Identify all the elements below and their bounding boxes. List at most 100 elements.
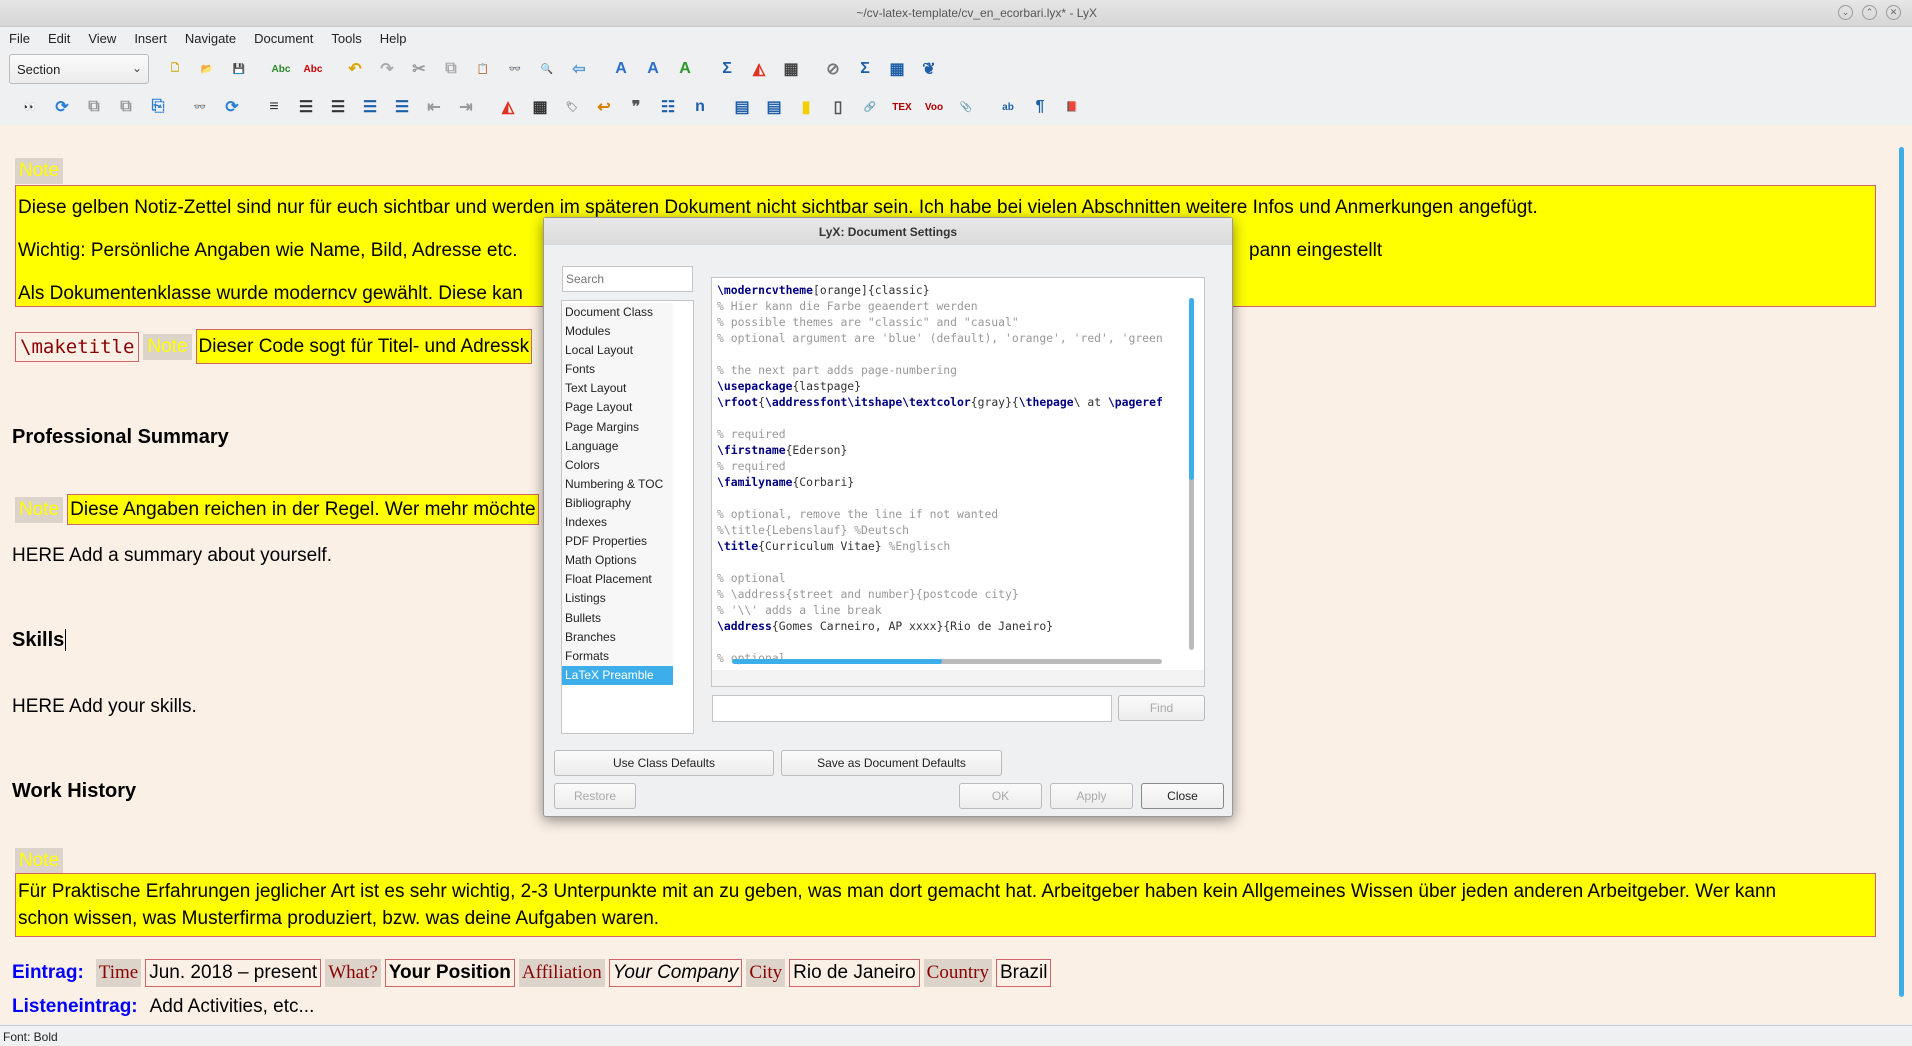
section-heading[interactable]: Professional Summary: [12, 426, 229, 449]
minimize-button[interactable]: ⌄: [1838, 5, 1853, 20]
paragraph[interactable]: HERE Add your skills.: [12, 696, 197, 718]
insert-figure-float-icon[interactable]: ◭: [492, 92, 524, 122]
paragraph[interactable]: HERE Add a summary about yourself.: [12, 545, 332, 567]
document-settings-icon[interactable]: 📕: [1056, 92, 1088, 122]
settings-category-item[interactable]: PDF Properties: [562, 532, 673, 552]
settings-category-item[interactable]: Local Layout: [562, 341, 673, 361]
update-master-icon[interactable]: ⧉: [110, 92, 142, 122]
export-icon[interactable]: ⎘: [142, 92, 174, 122]
view-other-formats-icon[interactable]: 👓: [184, 92, 216, 122]
matrix-panel-icon[interactable]: ▦: [881, 54, 913, 84]
insert-box-icon[interactable]: ▯: [822, 92, 854, 122]
list-entry-text[interactable]: Add Activities, etc...: [150, 996, 315, 1018]
redo-icon[interactable]: ↷: [371, 54, 403, 84]
settings-search-input[interactable]: [562, 266, 693, 292]
settings-category-item[interactable]: Formats: [562, 646, 673, 666]
insert-table-icon[interactable]: ▦: [775, 54, 807, 84]
paragraph-style-select[interactable]: Section ⌄: [9, 54, 149, 84]
paste-icon[interactable]: 📋: [467, 54, 499, 84]
note-label[interactable]: Note: [15, 848, 64, 874]
insert-citation-icon[interactable]: ❞: [620, 92, 652, 122]
city-field[interactable]: Rio de Janeiro: [789, 959, 920, 987]
ok-button[interactable]: OK: [959, 783, 1042, 809]
country-field[interactable]: Brazil: [995, 959, 1052, 987]
menu-insert[interactable]: Insert: [125, 28, 176, 50]
ert-maketitle[interactable]: \maketitle: [15, 331, 140, 362]
menu-file[interactable]: File: [0, 28, 39, 50]
character-style-icon[interactable]: A: [637, 54, 669, 84]
use-class-defaults-button[interactable]: Use Class Defaults: [554, 750, 774, 776]
update-other-formats-icon[interactable]: ⟳: [216, 92, 248, 122]
back-arrow-icon[interactable]: ⇦: [563, 54, 595, 84]
insert-footnote-icon[interactable]: ▤: [726, 92, 758, 122]
scrollbar-thumb[interactable]: [732, 659, 942, 664]
insert-note-icon[interactable]: ▮: [790, 92, 822, 122]
increase-depth-icon[interactable]: ⇥: [450, 92, 482, 122]
new-document-icon[interactable]: 🗋: [159, 54, 191, 84]
math-panel-icon[interactable]: Σ: [849, 54, 881, 84]
company-field[interactable]: Your Company: [608, 959, 743, 987]
note-inset[interactable]: Für Praktische Erfahrungen jeglicher Art…: [15, 873, 1876, 937]
insert-special-character-icon[interactable]: ab: [992, 92, 1024, 122]
section-heading[interactable]: Skills: [12, 629, 67, 652]
note-label[interactable]: Note: [143, 333, 192, 360]
spellcheck-icon[interactable]: Abc: [265, 54, 297, 84]
find-input[interactable]: [712, 695, 1112, 722]
note-inset[interactable]: Dieser Code sogt für Titel- und Adressk: [195, 329, 533, 364]
settings-category-item[interactable]: Modules: [562, 322, 673, 342]
menu-tools[interactable]: Tools: [322, 28, 370, 50]
view-master-icon[interactable]: ⧉: [78, 92, 110, 122]
menu-navigate[interactable]: Navigate: [176, 28, 245, 50]
close-dialog-button[interactable]: Close: [1141, 783, 1224, 809]
enumerate-list-icon[interactable]: ☰: [290, 92, 322, 122]
settings-category-item[interactable]: Language: [562, 436, 673, 456]
menu-help[interactable]: Help: [371, 28, 416, 50]
menu-document[interactable]: Document: [245, 28, 322, 50]
insert-tex-code-icon[interactable]: TEX: [886, 92, 918, 122]
latex-preamble-editor[interactable]: \moderncvtheme[orange]{classic}% Hier ka…: [711, 277, 1205, 687]
section-heading[interactable]: Work History: [12, 780, 136, 803]
settings-category-item[interactable]: LaTeX Preamble: [562, 665, 673, 685]
settings-category-item[interactable]: Bullets: [562, 608, 673, 628]
settings-category-item[interactable]: Colors: [562, 455, 673, 475]
insert-table-float-icon[interactable]: ▦: [524, 92, 556, 122]
insert-marginal-note-icon[interactable]: ▤: [758, 92, 790, 122]
time-field[interactable]: Jun. 2018 – present: [145, 959, 322, 987]
insert-hyperlink-icon[interactable]: 🔗: [854, 92, 886, 122]
position-field[interactable]: Your Position: [384, 959, 515, 987]
change-tracking-icon[interactable]: A: [669, 54, 701, 84]
standard-paragraph-icon[interactable]: ≡: [258, 92, 290, 122]
continuous-spellcheck-icon[interactable]: Abc: [297, 54, 329, 84]
note-label[interactable]: Note: [15, 158, 64, 184]
editor-horizontal-scrollbar[interactable]: [732, 659, 1162, 664]
note-inset[interactable]: Diese Angaben reichen in der Regel. Wer …: [67, 494, 539, 525]
note-label[interactable]: Note: [15, 496, 64, 523]
view-source-icon[interactable]: ❦: [913, 54, 945, 84]
open-folder-icon[interactable]: 📂: [191, 54, 223, 84]
cut-icon[interactable]: ✂: [403, 54, 435, 84]
find-binoculars-icon[interactable]: 👓: [499, 54, 531, 84]
itemize-list-icon[interactable]: ☰: [322, 92, 354, 122]
settings-category-item[interactable]: Document Class: [562, 303, 673, 323]
close-button[interactable]: ✕: [1886, 5, 1901, 20]
maximize-button[interactable]: ⌃: [1862, 5, 1877, 20]
settings-category-item[interactable]: Numbering & TOC: [562, 474, 673, 494]
settings-category-item[interactable]: Bibliography: [562, 493, 673, 514]
cv-entry[interactable]: Eintrag: Time Jun. 2018 – present What? …: [12, 959, 1052, 987]
undo-icon[interactable]: ↶: [339, 54, 371, 84]
settings-category-item[interactable]: Listings: [562, 589, 673, 609]
settings-category-item[interactable]: Math Options: [562, 551, 673, 571]
insert-attachment-icon[interactable]: 📎: [950, 92, 982, 122]
insert-nomenclature-icon[interactable]: n: [684, 92, 716, 122]
list-entry[interactable]: Listeneintrag: Add Activities, etc...: [12, 996, 314, 1018]
settings-category-item[interactable]: Text Layout: [562, 379, 673, 399]
insert-label-icon[interactable]: 🏷: [556, 92, 588, 122]
update-icon[interactable]: ⟳: [46, 92, 78, 122]
save-as-document-defaults-button[interactable]: Save as Document Defaults: [781, 750, 1002, 776]
settings-category-item[interactable]: Fonts: [562, 360, 673, 380]
insert-cross-reference-icon[interactable]: ↩: [588, 92, 620, 122]
paragraph-settings-icon[interactable]: ¶: [1024, 92, 1056, 122]
restore-button[interactable]: Restore: [554, 783, 636, 809]
document-scrollbar[interactable]: [1899, 147, 1904, 997]
apply-button[interactable]: Apply: [1050, 783, 1133, 809]
